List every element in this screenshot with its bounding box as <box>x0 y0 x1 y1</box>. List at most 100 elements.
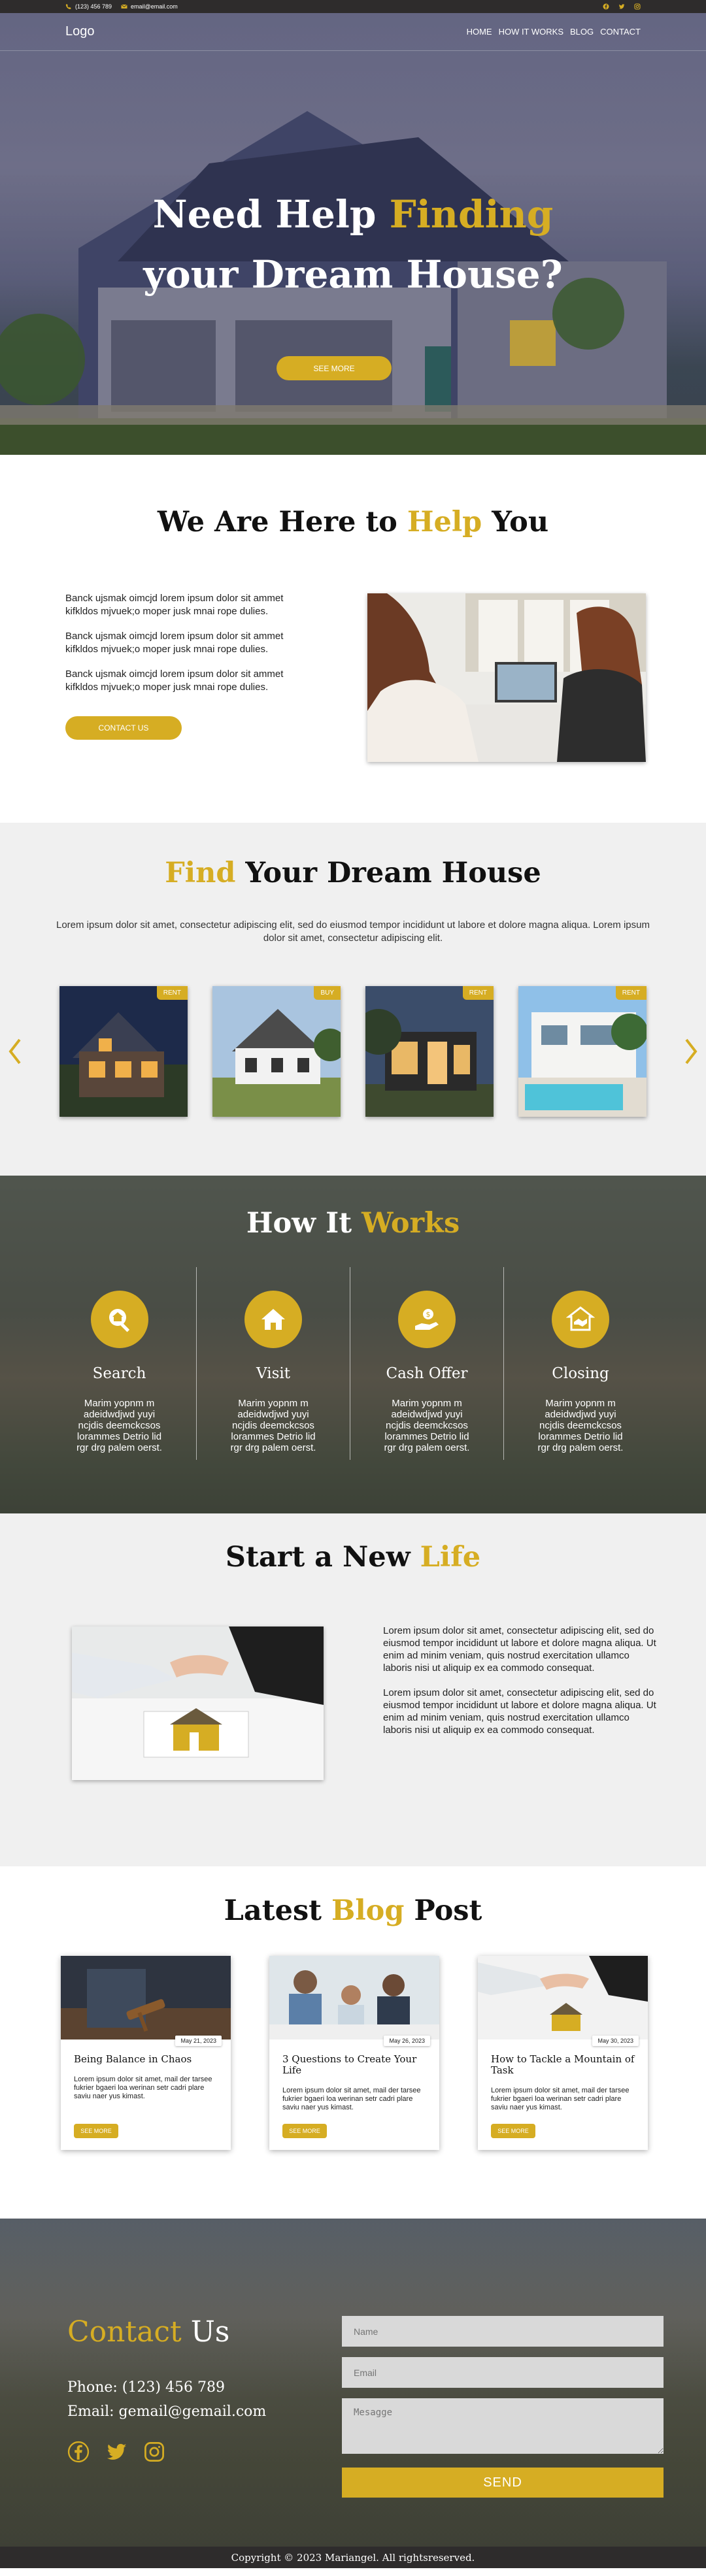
help-title: We Are Here to Help You <box>0 506 706 538</box>
phone-icon <box>65 4 71 9</box>
blog-cards: May 21, 2023 Being Balance in Chaos Lore… <box>61 1956 648 2150</box>
blog-see-more-button[interactable]: SEE MORE <box>491 2124 535 2138</box>
property-card[interactable]: RENT <box>518 986 647 1117</box>
facebook-icon[interactable] <box>603 3 609 10</box>
contact-us-button[interactable]: CONTACT US <box>65 716 182 740</box>
contact-title-rest: Us <box>181 2315 230 2349</box>
blog-image <box>269 1956 439 2039</box>
step-text: Marim yopnm m adeidwdjwd yuyi ncjdis dee… <box>384 1398 470 1453</box>
footer: Copyright © 2023 Mariangel. All rightsre… <box>0 2547 706 2568</box>
send-button[interactable]: SEND <box>342 2468 664 2498</box>
property-card[interactable]: BUY <box>212 986 341 1117</box>
hero-title: Need Help Finding your Dream House? <box>0 184 706 305</box>
property-carousel: RENT BUY RENT RENT <box>59 986 647 1117</box>
find-title-highlight: Find <box>165 857 236 889</box>
how-title-highlight: Works <box>361 1207 460 1240</box>
message-textarea[interactable] <box>342 2398 664 2454</box>
topbar-email[interactable]: email@email.com <box>121 3 178 10</box>
blog-post-title[interactable]: How to Tackle a Mountain of Task <box>491 2054 635 2076</box>
hand-money-icon: $ <box>398 1291 456 1348</box>
logo[interactable]: Logo <box>65 24 95 39</box>
nav-item-contact[interactable]: CONTACT <box>600 27 641 37</box>
how-it-works-section: How It Works Search Marim yopnm m adeidw… <box>0 1176 706 1513</box>
svg-text:$: $ <box>426 1310 431 1319</box>
twitter-icon[interactable] <box>105 2441 127 2463</box>
chevron-right-icon <box>685 1038 698 1065</box>
blog-title: Latest Blog Post <box>0 1894 706 1927</box>
contact-section: Contact Us Phone: (123) 456 789 Email: g… <box>0 2219 706 2547</box>
blog-excerpt: Lorem ipsum dolor sit amet, mail der tar… <box>282 2087 421 2111</box>
hero-title-part2: your Dream House? <box>143 252 563 297</box>
carousel-next-button[interactable] <box>681 1035 701 1068</box>
help-title-part2: You <box>482 506 549 538</box>
step-title: Closing <box>552 1365 609 1382</box>
property-card[interactable]: RENT <box>59 986 188 1117</box>
handshake-image <box>72 1627 324 1780</box>
step-text: Marim yopnm m adeidwdjwd yuyi ncjdis dee… <box>230 1398 316 1453</box>
see-more-button[interactable]: SEE MORE <box>277 356 392 380</box>
blog-card[interactable]: May 21, 2023 Being Balance in Chaos Lore… <box>61 1956 231 2150</box>
listing-badge: BUY <box>314 986 341 1000</box>
topbar-phone[interactable]: (123) 456 789 <box>65 3 112 10</box>
twitter-icon[interactable] <box>618 3 625 10</box>
property-image <box>518 986 647 1117</box>
find-subtitle: Lorem ipsum dolor sit amet, consectetur … <box>56 919 650 944</box>
step-closing: Closing Marim yopnm m adeidwdjwd yuyi nc… <box>503 1267 657 1460</box>
blog-title-part1: Latest <box>224 1894 331 1927</box>
contact-title: Contact Us <box>67 2315 229 2349</box>
life-title-part1: Start a New <box>225 1541 420 1574</box>
name-input[interactable] <box>342 2316 664 2347</box>
blog-image <box>478 1956 648 2039</box>
step-visit: Visit Marim yopnm m adeidwdjwd yuyi ncjd… <box>196 1267 350 1460</box>
email-input[interactable] <box>342 2357 664 2388</box>
contact-phone[interactable]: Phone: (123) 456 789 <box>67 2375 266 2400</box>
step-text: Marim yopnm m adeidwdjwd yuyi ncjdis dee… <box>537 1398 624 1453</box>
contact-email[interactable]: Email: gemail@gemail.com <box>67 2400 266 2424</box>
help-title-highlight: Help <box>407 506 482 538</box>
nav-item-home[interactable]: HOME <box>467 27 492 37</box>
blog-card[interactable]: May 30, 2023 How to Tackle a Mountain of… <box>478 1956 648 2150</box>
help-text: Banck ujsmak oimcjd lorem ipsum dolor si… <box>65 592 317 706</box>
help-paragraph: Banck ujsmak oimcjd lorem ipsum dolor si… <box>65 631 284 655</box>
listing-badge: RENT <box>615 986 647 1000</box>
step-title: Search <box>92 1365 146 1382</box>
step-title: Visit <box>256 1365 290 1382</box>
find-title-rest: Your Dream House <box>235 857 541 889</box>
blog-card[interactable]: May 26, 2023 3 Questions to Create Your … <box>269 1956 439 2150</box>
copyright-text: Copyright © 2023 Mariangel. All rightsre… <box>231 2551 475 2564</box>
carousel-prev-button[interactable] <box>5 1035 25 1068</box>
help-image <box>367 593 646 762</box>
handshake-house-icon <box>552 1291 609 1348</box>
mail-icon <box>121 4 127 8</box>
property-image <box>212 986 341 1117</box>
property-image <box>59 986 188 1117</box>
hero-section: Logo HOME HOW IT WORKS BLOG CONTACT Need… <box>0 13 706 455</box>
instagram-icon[interactable] <box>143 2441 165 2463</box>
blog-date: May 30, 2023 <box>592 2036 639 2046</box>
life-paragraph: Lorem ipsum dolor sit amet, consectetur … <box>383 1687 656 1736</box>
nav-item-blog[interactable]: BLOG <box>570 27 594 37</box>
topbar-phone-text: (123) 456 789 <box>75 3 112 10</box>
instagram-icon[interactable] <box>634 3 641 10</box>
blog-see-more-button[interactable]: SEE MORE <box>74 2124 118 2138</box>
topbar-email-text: email@email.com <box>131 3 178 10</box>
blog-date: May 26, 2023 <box>384 2036 430 2046</box>
nav-item-how-it-works[interactable]: HOW IT WORKS <box>499 27 563 37</box>
blog-post-title[interactable]: Being Balance in Chaos <box>74 2054 218 2065</box>
life-paragraph: Lorem ipsum dolor sit amet, consectetur … <box>383 1625 656 1674</box>
search-house-icon <box>90 1291 148 1348</box>
blog-see-more-button[interactable]: SEE MORE <box>282 2124 327 2138</box>
step-text: Marim yopnm m adeidwdjwd yuyi ncjdis dee… <box>76 1398 162 1453</box>
blog-title-highlight: Blog <box>331 1894 405 1927</box>
life-title-highlight: Life <box>420 1541 481 1574</box>
step-search: Search Marim yopnm m adeidwdjwd yuyi ncj… <box>42 1267 196 1460</box>
facebook-icon[interactable] <box>67 2441 90 2463</box>
life-title: Start a New Life <box>0 1541 706 1574</box>
blog-post-title[interactable]: 3 Questions to Create Your Life <box>282 2054 426 2076</box>
life-text: Lorem ipsum dolor sit amet, consectetur … <box>383 1625 658 1749</box>
property-card[interactable]: RENT <box>365 986 494 1117</box>
steps-list: Search Marim yopnm m adeidwdjwd yuyi ncj… <box>42 1267 657 1460</box>
how-title: How It Works <box>0 1207 706 1240</box>
property-image <box>365 986 494 1117</box>
step-cash-offer: $ Cash Offer Marim yopnm m adeidwdjwd yu… <box>350 1267 503 1460</box>
